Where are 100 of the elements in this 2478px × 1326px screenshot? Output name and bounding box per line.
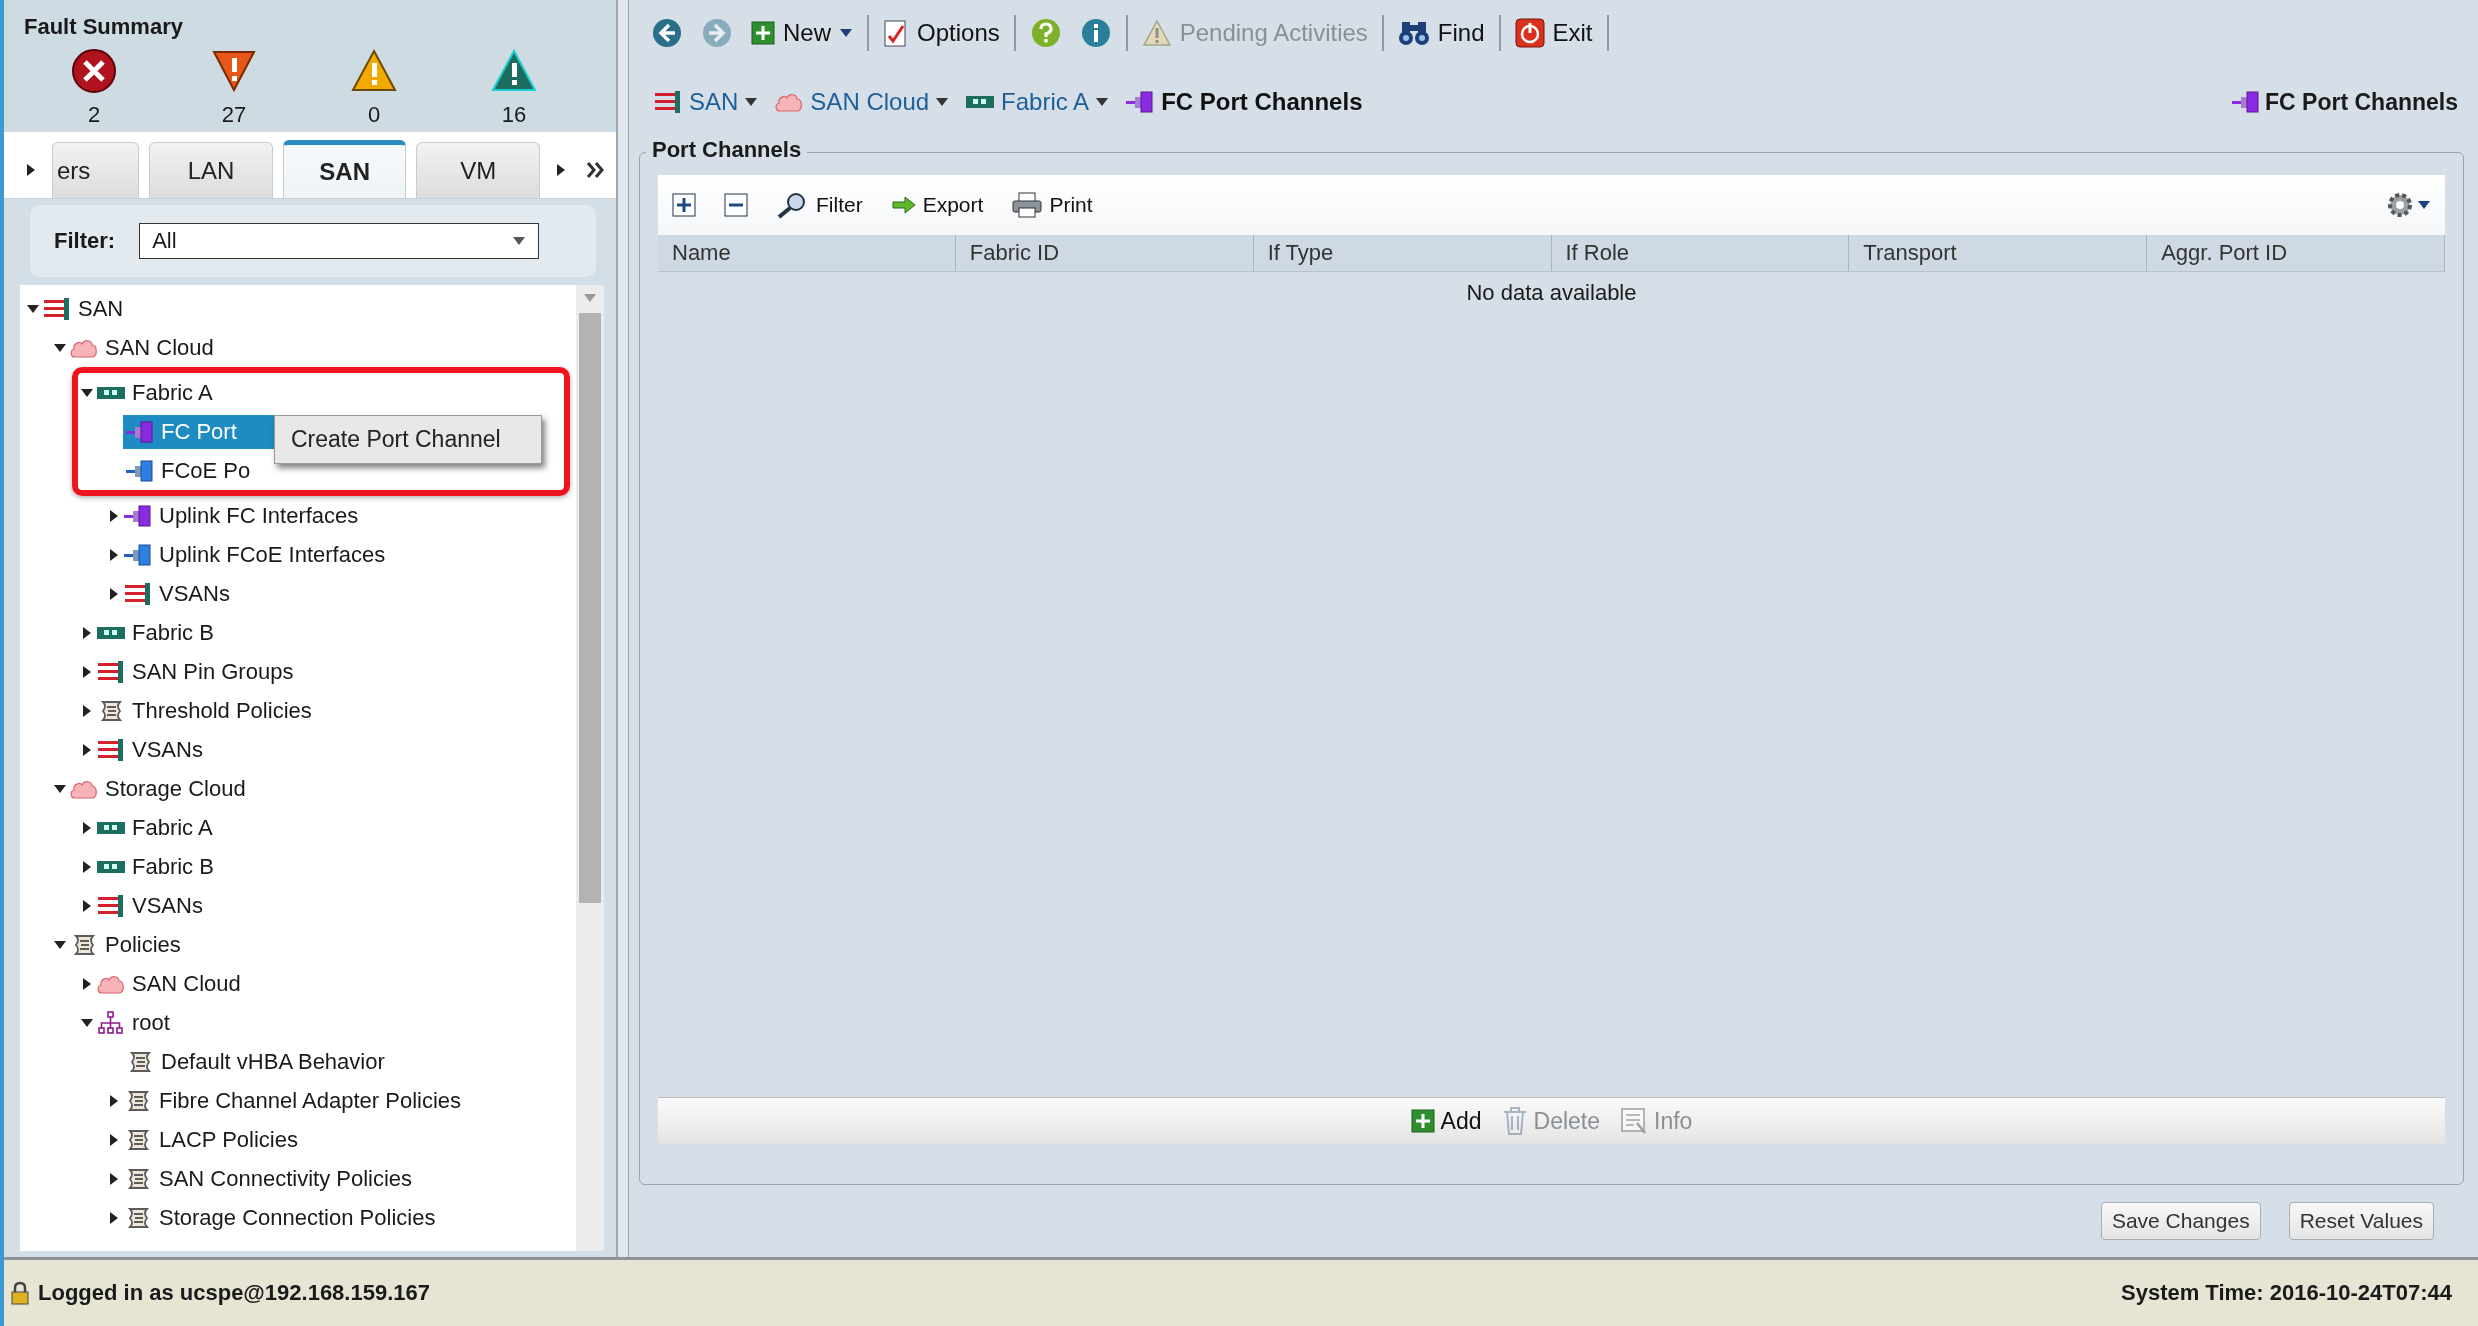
stacked-bars-icon bbox=[42, 296, 72, 321]
help-button[interactable] bbox=[1029, 17, 1062, 49]
tree-item[interactable]: root bbox=[94, 1005, 174, 1040]
column-header[interactable]: Name bbox=[658, 235, 956, 271]
tree-item[interactable]: SAN Cloud bbox=[94, 966, 245, 1001]
tree-item[interactable]: Storage Connection Policies bbox=[121, 1200, 440, 1235]
add-button[interactable]: Add bbox=[1410, 1107, 1482, 1135]
action-button[interactable]: Reset Values bbox=[2288, 1202, 2434, 1240]
tree-item[interactable]: Default vHBA Behavior bbox=[123, 1044, 389, 1079]
connector-icon bbox=[123, 503, 153, 528]
trash-icon bbox=[1501, 1106, 1528, 1136]
settings-icon bbox=[2385, 190, 2415, 220]
tree-item[interactable]: Uplink FC Interfaces bbox=[121, 498, 363, 533]
column-header[interactable]: If Role bbox=[1551, 235, 1850, 271]
hierarchy-icon bbox=[96, 1010, 126, 1035]
tree-item[interactable]: VSANs bbox=[94, 732, 207, 767]
stacked-bars-icon bbox=[96, 737, 126, 762]
export-button[interactable]: Export bbox=[890, 193, 984, 217]
settings-button[interactable] bbox=[2385, 190, 2431, 220]
fault-count: 16 bbox=[501, 102, 527, 128]
fault-count: 2 bbox=[87, 102, 101, 128]
tree-item[interactable]: Threshold Policies bbox=[94, 693, 316, 728]
warning-icon bbox=[1141, 19, 1172, 47]
filter-button[interactable]: Filter bbox=[776, 191, 863, 219]
nav-tab[interactable]: SAN bbox=[282, 140, 407, 198]
tree-item[interactable]: SAN Pin Groups bbox=[94, 654, 298, 689]
breadcrumb-link[interactable]: SAN Cloud bbox=[774, 88, 950, 116]
tree-item[interactable]: VSANs bbox=[94, 888, 207, 923]
alert-icon bbox=[211, 48, 257, 94]
printer-icon bbox=[1011, 191, 1044, 219]
connector-icon bbox=[125, 419, 155, 444]
nav-tab[interactable]: VM bbox=[416, 142, 540, 198]
tree-item[interactable]: Uplink FCoE Interfaces bbox=[121, 537, 390, 572]
warning-icon bbox=[351, 48, 397, 94]
tree-item[interactable]: FCoE Po bbox=[123, 453, 255, 488]
connector-icon bbox=[1125, 90, 1156, 114]
document-icon bbox=[1620, 1107, 1648, 1135]
column-header[interactable]: Aggr. Port ID bbox=[2147, 235, 2445, 271]
tree-item[interactable]: VSANs bbox=[121, 576, 234, 611]
column-header[interactable]: Transport bbox=[1849, 235, 2148, 271]
minus-icon bbox=[724, 193, 748, 217]
tree-item[interactable]: Fabric A bbox=[94, 375, 217, 410]
scrollbar[interactable] bbox=[576, 285, 604, 1251]
stacked-bars-icon bbox=[653, 90, 683, 114]
column-header[interactable]: Fabric ID bbox=[955, 235, 1254, 271]
tree-item[interactable]: LACP Policies bbox=[121, 1122, 302, 1157]
back-button[interactable] bbox=[651, 17, 683, 49]
page-title: FC Port Channels bbox=[2265, 88, 2458, 116]
filter-dropdown[interactable]: All bbox=[139, 223, 540, 259]
info-icon bbox=[1079, 17, 1112, 49]
connector-icon bbox=[2231, 90, 2262, 114]
nav-tab[interactable]: ers bbox=[52, 142, 140, 198]
tree-item[interactable]: SAN Cloud bbox=[67, 330, 218, 365]
back-icon bbox=[651, 17, 683, 49]
nav-tab[interactable]: LAN bbox=[149, 142, 273, 198]
error-icon bbox=[71, 48, 117, 94]
tree-item[interactable]: Fabric A bbox=[94, 810, 217, 845]
stacked-bars-icon bbox=[96, 893, 126, 918]
tree-item[interactable]: Fabric B bbox=[94, 615, 218, 650]
find-button[interactable]: Find bbox=[1397, 19, 1485, 47]
breadcrumb-link[interactable]: SAN bbox=[653, 88, 759, 116]
new-button[interactable]: New bbox=[751, 19, 853, 47]
print-button[interactable]: Print bbox=[1011, 191, 1093, 219]
login-status: Logged in as ucspe@192.168.159.167 bbox=[38, 1280, 430, 1306]
document-icon bbox=[883, 18, 909, 48]
arrow-icon bbox=[890, 195, 917, 215]
double-chevron-icon bbox=[586, 161, 606, 179]
options-button[interactable]: Options bbox=[883, 18, 1000, 48]
binoculars-icon bbox=[1397, 19, 1430, 47]
tree-item[interactable]: SAN Connectivity Policies bbox=[121, 1161, 417, 1196]
power-icon bbox=[1514, 18, 1545, 48]
lock-icon bbox=[10, 1281, 30, 1305]
plus-icon bbox=[1410, 1109, 1435, 1133]
warning-icon bbox=[491, 48, 537, 94]
column-header[interactable]: If Type bbox=[1253, 235, 1552, 271]
stacked-bars-icon bbox=[123, 581, 153, 606]
breadcrumb-link[interactable]: FC Port Channels bbox=[1125, 88, 1363, 116]
collapse-button[interactable] bbox=[724, 193, 748, 217]
system-time: System Time: 2016-10-24T07:44 bbox=[2121, 1280, 2452, 1306]
action-button[interactable]: Save Changes bbox=[2100, 1202, 2261, 1240]
tree-item[interactable]: Policies bbox=[67, 927, 185, 962]
tree-item[interactable]: SAN bbox=[40, 291, 128, 326]
expand-button[interactable] bbox=[672, 193, 696, 217]
connector-icon bbox=[123, 542, 153, 567]
panel-title: Fault Summary bbox=[24, 14, 184, 40]
forward-icon bbox=[701, 17, 733, 49]
tree-item[interactable]: Fabric B bbox=[94, 849, 218, 884]
info-button[interactable] bbox=[1079, 17, 1112, 49]
plus-icon bbox=[672, 193, 696, 217]
tree-item[interactable]: Storage Cloud bbox=[67, 771, 250, 806]
tree-item[interactable]: Fibre Channel Adapter Policies bbox=[121, 1083, 466, 1118]
filter-label: Filter: bbox=[54, 228, 116, 254]
empty-message: No data available bbox=[1466, 280, 1637, 307]
plus-icon bbox=[751, 21, 775, 45]
connector-icon bbox=[125, 458, 155, 483]
help-icon bbox=[1029, 17, 1062, 49]
fault-count: 27 bbox=[221, 102, 247, 128]
breadcrumb-link[interactable]: Fabric A bbox=[965, 88, 1110, 116]
stacked-bars-icon bbox=[96, 659, 126, 684]
exit-button[interactable]: Exit bbox=[1514, 18, 1593, 48]
